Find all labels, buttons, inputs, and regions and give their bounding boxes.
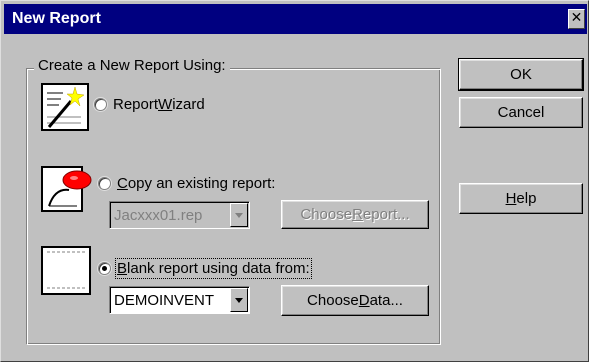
help-button[interactable]: Help [459,183,583,214]
group-label: Create a New Report Using: [34,57,230,74]
label-blank-report: Blank report using data from: [115,258,312,279]
radio-copy-report[interactable]: Copy an existing report: [98,175,275,192]
copy-report-icon [41,166,92,212]
choose-report-button[interactable]: Choose Report... [281,200,429,229]
close-icon: ✕ [570,10,583,26]
new-report-dialog: New Report ✕ Create a New Report Using: … [0,0,589,362]
label-copy-report: Copy an existing report: [117,175,276,192]
existing-report-value: Jacxxx01.rep [114,206,203,224]
radio-circle-copy[interactable] [98,177,111,190]
chevron-down-icon [235,297,243,303]
data-source-dropdown[interactable] [230,288,248,312]
blank-report-icon [41,246,91,295]
radio-circle-blank[interactable] [98,262,111,275]
data-source-combo[interactable]: DEMOINVENT [109,286,250,314]
existing-report-dropdown[interactable] [230,203,248,227]
existing-report-combo[interactable]: Jacxxx01.rep [109,201,250,229]
radio-report-wizard[interactable]: ReportWizard [94,96,205,113]
data-source-value: DEMOINVENT [114,291,215,309]
cancel-button[interactable]: Cancel [459,97,583,128]
choose-data-button[interactable]: Choose Data... [281,285,429,316]
chevron-down-icon [235,212,243,218]
title-bar[interactable]: New Report ✕ [4,4,587,34]
radio-circle-wizard[interactable] [94,98,107,111]
close-button[interactable]: ✕ [568,9,585,29]
window-title: New Report [12,10,101,27]
ok-button[interactable]: OK [458,58,584,91]
report-wizard-icon [41,83,89,131]
radio-blank-report[interactable]: Blank report using data from: [98,258,312,279]
label-report-wizard: ReportWizard [113,96,205,113]
